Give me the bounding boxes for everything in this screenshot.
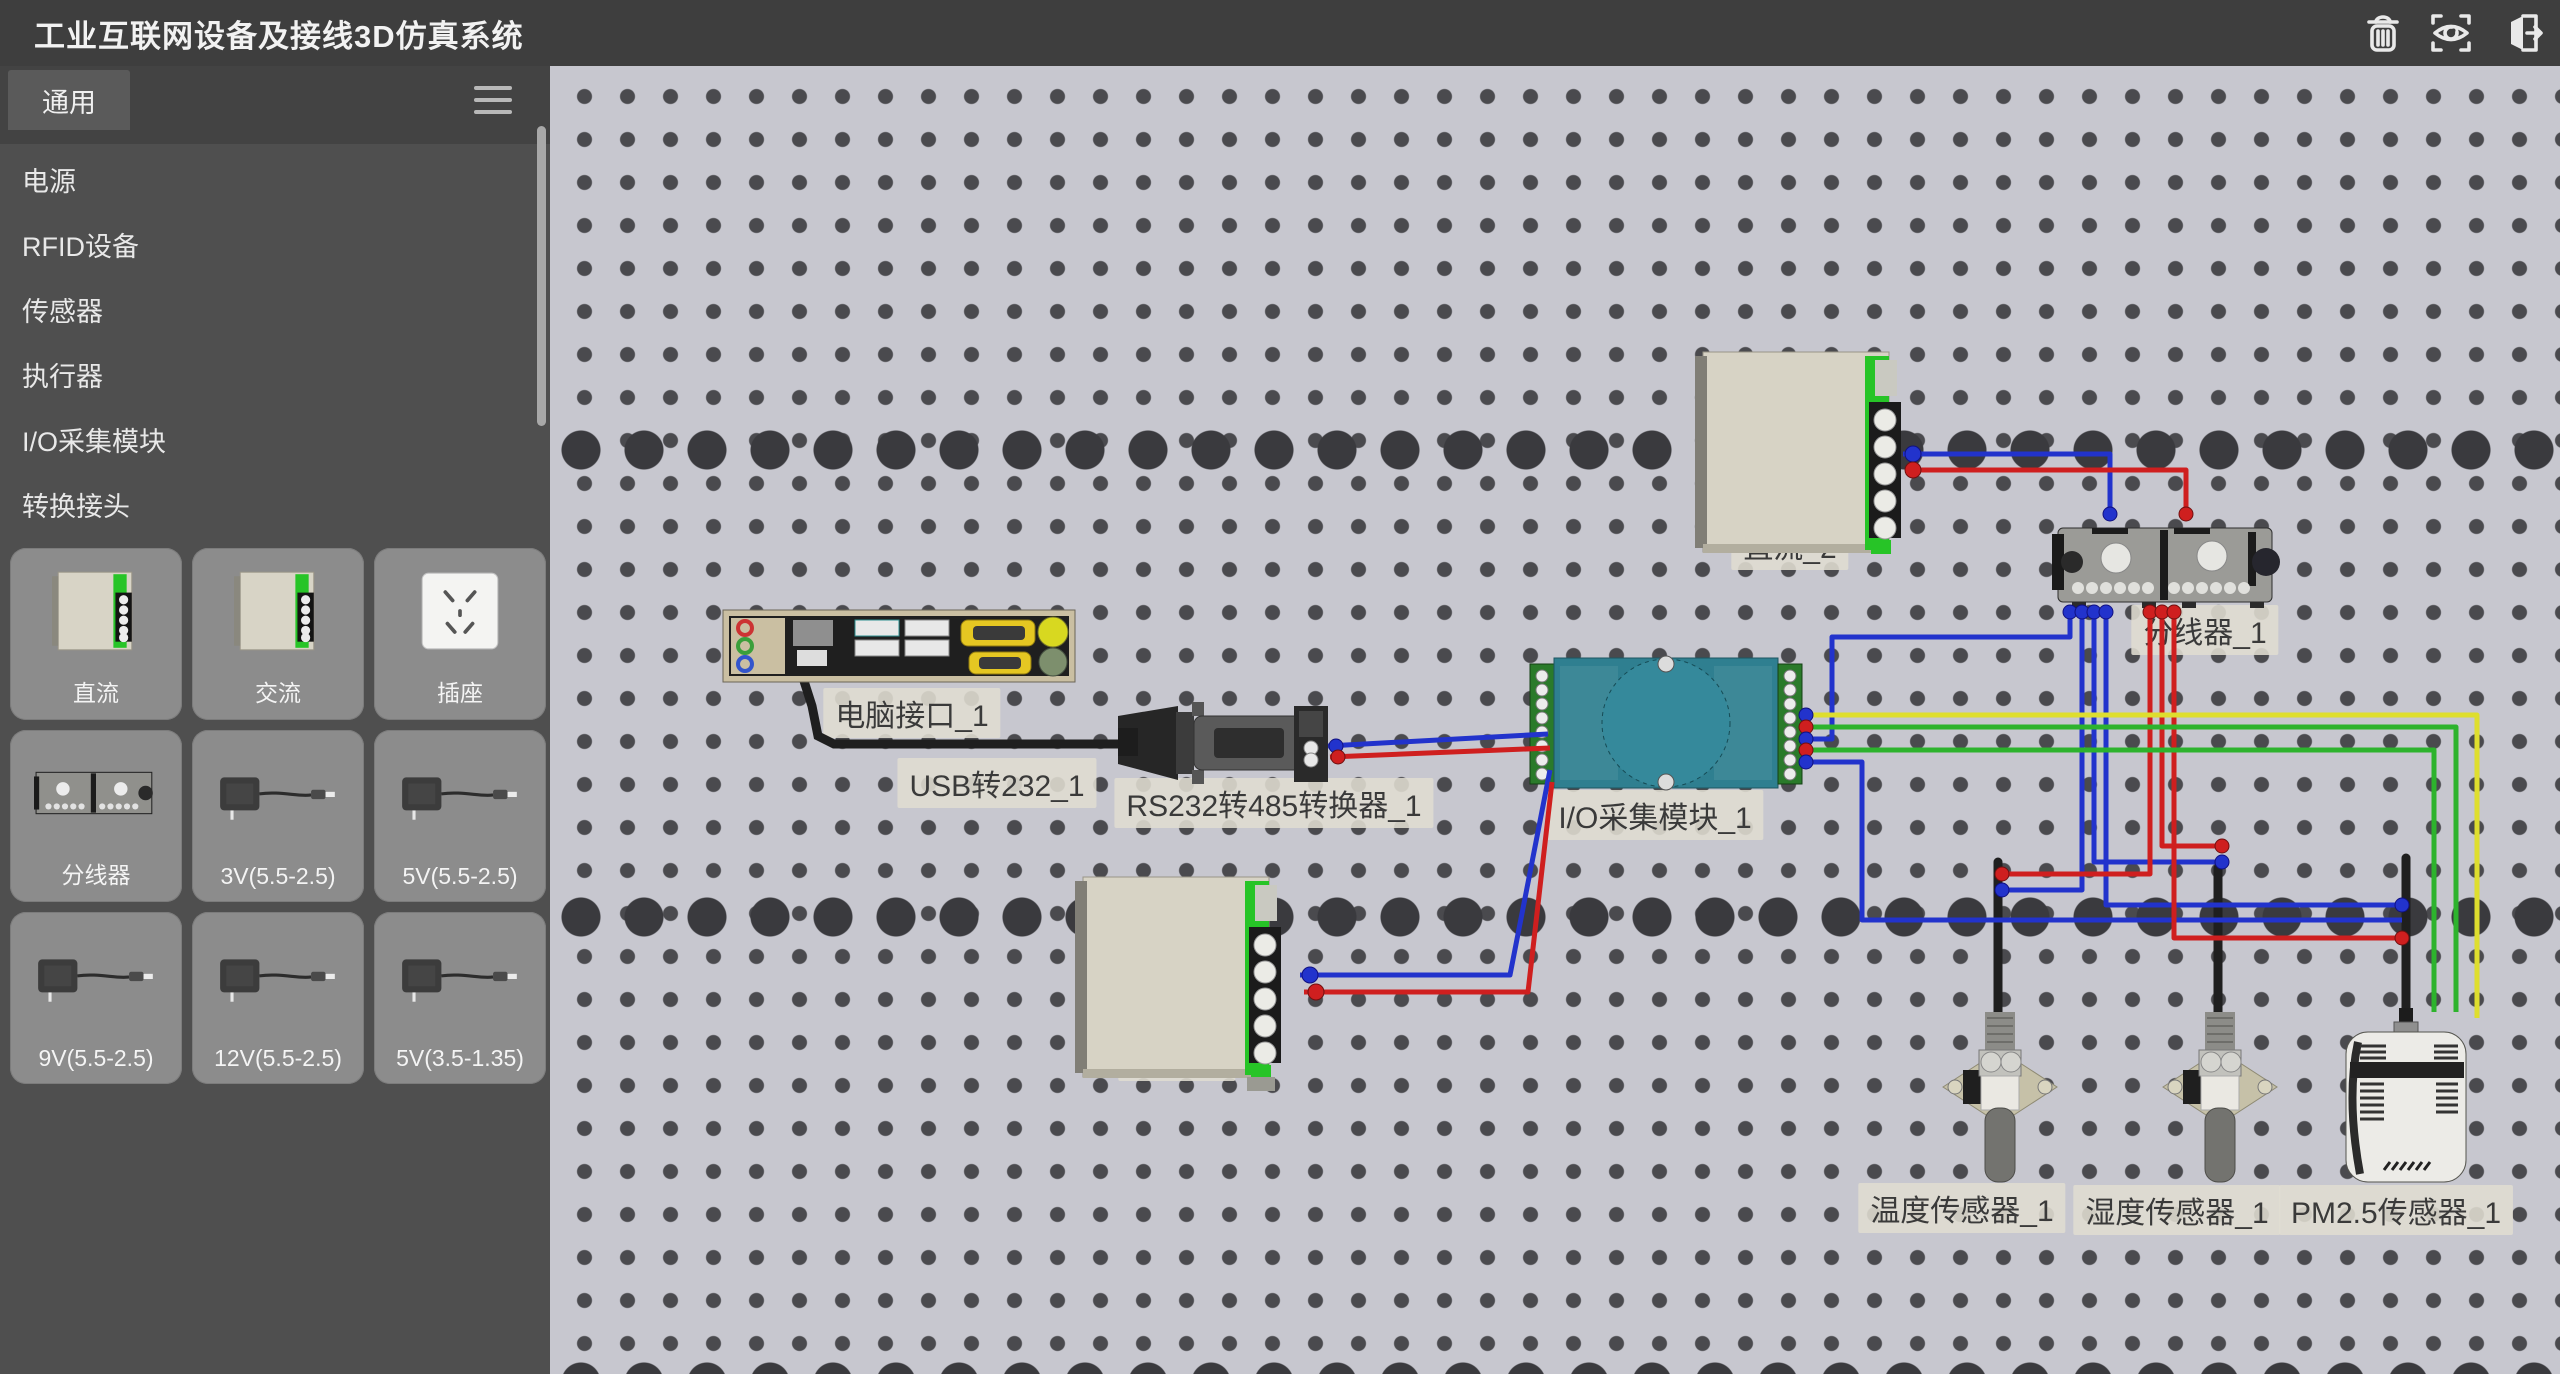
component-sidebar: 通用 电源 RFID设备 传感器 执行器 I/O采集模块 转换接头 直流 交流 …: [0, 66, 550, 1374]
device-humidity-sensor[interactable]: [2163, 1012, 2277, 1182]
palette-item-dc[interactable]: 直流: [10, 548, 182, 720]
category-sensor[interactable]: 传感器: [0, 280, 550, 345]
connector-ball: [2395, 931, 2409, 945]
ac-power-icon: [232, 568, 324, 654]
component-palette: 直流 交流 插座 分线器 3V(5.5-2.5) 5V(5.5-2.5) 9V(…: [0, 548, 550, 1084]
connector-ball: [2103, 507, 2117, 521]
device-splitter[interactable]: [2052, 528, 2280, 608]
palette-item-adapter-5v[interactable]: 5V(5.5-2.5): [374, 730, 546, 902]
sidebar-header: 通用: [0, 66, 550, 144]
splitter-icon: [34, 764, 158, 822]
connector-ball: [1331, 750, 1345, 764]
category-list: 电源 RFID设备 传感器 执行器 I/O采集模块 转换接头: [0, 150, 550, 540]
device-rs232-485[interactable]: [1118, 702, 1328, 784]
connector-ball: [2099, 605, 2113, 619]
category-actuator[interactable]: 执行器: [0, 345, 550, 410]
power-adapter-icon: [216, 771, 340, 823]
wire-io-green-1: [1806, 727, 2456, 1012]
device-io-module[interactable]: [1530, 656, 1802, 790]
palette-item-adapter-12v[interactable]: 12V(5.5-2.5): [192, 912, 364, 1084]
power-adapter-icon: [34, 953, 158, 1005]
connector-ball: [1995, 867, 2009, 881]
wire-io-green-2: [1806, 750, 2434, 1012]
connector-ball: [2179, 507, 2193, 521]
wire-splitter-humidity-blue: [2094, 606, 2222, 862]
palette-item-adapter-9v[interactable]: 9V(5.5-2.5): [10, 912, 182, 1084]
exit-icon[interactable]: [2494, 8, 2544, 58]
wire-splitter-pm25-red: [2174, 606, 2402, 938]
wire-io-pm25-yellow: [1806, 715, 2477, 1018]
connector-ball: [2215, 855, 2229, 869]
wire-dc2-splitter-red: [1905, 470, 2186, 520]
wire-splitter-temp-red: [2002, 606, 2150, 874]
device-temp-sensor[interactable]: [1943, 1012, 2057, 1182]
connector-ball: [2215, 839, 2229, 853]
power-adapter-icon: [216, 953, 340, 1005]
socket-icon: [418, 569, 502, 653]
connector-ball: [1905, 446, 1921, 462]
wire-rs232-io-blue: [1328, 734, 1548, 746]
palette-item-splitter[interactable]: 分线器: [10, 730, 182, 902]
tab-general[interactable]: 通用: [8, 70, 130, 130]
wiring-canvas[interactable]: 直流_2 电脑接口_1 USB转232_1 RS232转485转换器_1 I/O…: [550, 66, 2560, 1374]
palette-item-ac[interactable]: 交流: [192, 548, 364, 720]
connector-ball: [2395, 898, 2409, 912]
delete-icon[interactable]: [2358, 8, 2408, 58]
category-power[interactable]: 电源: [0, 150, 550, 215]
sidebar-scrollbar[interactable]: [537, 126, 546, 426]
top-bar: 工业互联网设备及接线3D仿真系统: [0, 0, 2560, 66]
wiring-layer: [550, 66, 2560, 1374]
palette-item-adapter-3v[interactable]: 3V(5.5-2.5): [192, 730, 364, 902]
dc-power-icon: [50, 568, 142, 654]
device-pm25-sensor[interactable]: [2346, 1008, 2466, 1182]
device-pc-port[interactable]: [723, 610, 1075, 682]
wire-splitter-io-blue: [1806, 606, 2070, 739]
connector-ball: [1995, 883, 2009, 897]
wire-dc2-splitter-blue: [1903, 454, 2110, 520]
palette-item-socket[interactable]: 插座: [374, 548, 546, 720]
wire-dc1-io-blue: [1300, 770, 1550, 975]
device-dc1[interactable]: [1075, 877, 1281, 1091]
connector-ball: [1799, 755, 1813, 769]
view-icon[interactable]: [2426, 8, 2476, 58]
toolbar: [2358, 8, 2544, 58]
power-adapter-icon: [398, 953, 522, 1005]
connector-ball: [2167, 605, 2181, 619]
category-io-module[interactable]: I/O采集模块: [0, 410, 550, 475]
connector-ball: [1302, 967, 1318, 983]
connector-ball: [1905, 462, 1921, 478]
app-title: 工业互联网设备及接线3D仿真系统: [34, 11, 524, 56]
category-rfid[interactable]: RFID设备: [0, 215, 550, 280]
connector-ball: [1308, 984, 1324, 1000]
power-adapter-icon: [398, 771, 522, 823]
wire-rs232-io-red: [1330, 748, 1550, 757]
hamburger-menu-icon[interactable]: [474, 86, 512, 144]
device-dc2[interactable]: [1695, 352, 1901, 554]
category-adapter[interactable]: 转换接头: [0, 475, 550, 540]
palette-item-adapter-5v-135[interactable]: 5V(3.5-1.35): [374, 912, 546, 1084]
